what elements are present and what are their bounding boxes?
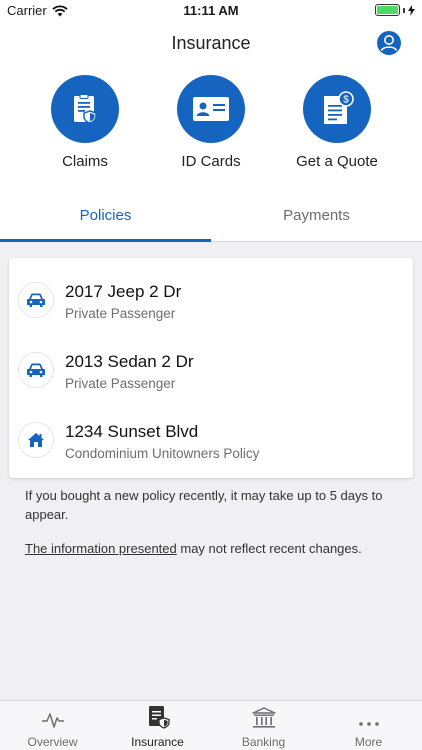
get-quote-button[interactable]: $ Get a Quote: [272, 75, 402, 170]
disclaimer-note: The information presented may not reflec…: [25, 541, 362, 556]
status-time: 11:11 AM: [183, 3, 239, 18]
tab-overview-label: Overview: [27, 735, 78, 749]
tab-policies[interactable]: Policies: [0, 196, 211, 242]
battery-icon: [375, 4, 400, 16]
car-icon-wrap: [18, 352, 54, 388]
claims-icon: [74, 94, 97, 124]
bank-icon: [251, 707, 276, 728]
top-area: Carrier 11:11 AM Insurance Claims ID Car…: [0, 0, 422, 242]
tab-indicator: [0, 239, 211, 242]
tab-insurance[interactable]: Insurance: [105, 701, 210, 750]
get-quote-circle: $: [303, 75, 371, 143]
profile-icon: [377, 31, 401, 55]
page-title: Insurance: [171, 33, 251, 53]
svg-text:$: $: [343, 95, 349, 106]
charging-icon: [408, 4, 415, 16]
get-quote-label: Get a Quote: [296, 153, 378, 170]
tab-overview[interactable]: Overview: [0, 701, 105, 750]
bottom-tab-bar: Overview Insurance Banking More: [0, 700, 422, 750]
battery-tip: [403, 7, 405, 13]
recent-policy-note: If you bought a new policy recently, it …: [25, 488, 383, 522]
id-cards-button[interactable]: ID Cards: [146, 75, 276, 170]
policy-subtitle: Condominium Unitowners Policy: [65, 446, 260, 461]
claims-button[interactable]: Claims: [20, 75, 150, 170]
id-card-icon: [193, 97, 229, 121]
policy-row[interactable]: 1234 Sunset Blvd Condominium Unitowners …: [9, 398, 413, 468]
quick-actions: Claims ID Cards $ Get a Quote: [0, 75, 422, 175]
policy-title: 2017 Jeep 2 Dr: [65, 282, 182, 301]
policy-title: 2013 Sedan 2 Dr: [65, 352, 194, 371]
disclaimer-text: may not reflect recent changes.: [176, 541, 362, 556]
policies-card: 2017 Jeep 2 Dr Private Passenger 2013 Se…: [9, 258, 413, 478]
quote-icon: $: [324, 91, 354, 124]
activity-icon: [41, 713, 64, 728]
home-icon-wrap: [18, 422, 54, 458]
car-icon: [27, 293, 45, 307]
policy-row[interactable]: 2017 Jeep 2 Dr Private Passenger: [9, 258, 413, 328]
policy-subtitle: Private Passenger: [65, 376, 176, 391]
id-cards-circle: [177, 75, 245, 143]
information-link[interactable]: The information presented: [25, 541, 177, 556]
claims-label: Claims: [62, 153, 108, 170]
insurance-icon: [148, 706, 170, 729]
home-icon: [28, 433, 44, 447]
tab-more-label: More: [354, 735, 383, 749]
id-cards-label: ID Cards: [181, 153, 241, 170]
tab-insurance-label: Insurance: [131, 735, 184, 749]
car-icon: [27, 363, 45, 377]
tab-bar-top: Policies Payments: [0, 196, 422, 242]
tab-banking[interactable]: Banking: [211, 701, 316, 750]
car-icon-wrap: [18, 282, 54, 318]
policy-subtitle: Private Passenger: [65, 306, 176, 321]
status-right: [375, 4, 415, 16]
more-icon: [358, 722, 379, 726]
claims-circle: [51, 75, 119, 143]
profile-button[interactable]: [376, 30, 402, 56]
policy-row[interactable]: 2013 Sedan 2 Dr Private Passenger: [9, 328, 413, 398]
tab-more[interactable]: More: [316, 701, 421, 750]
tab-payments[interactable]: Payments: [211, 196, 422, 242]
tab-banking-label: Banking: [241, 735, 286, 749]
policy-title: 1234 Sunset Blvd: [65, 422, 199, 441]
status-bar: Carrier 11:11 AM: [0, 0, 422, 22]
